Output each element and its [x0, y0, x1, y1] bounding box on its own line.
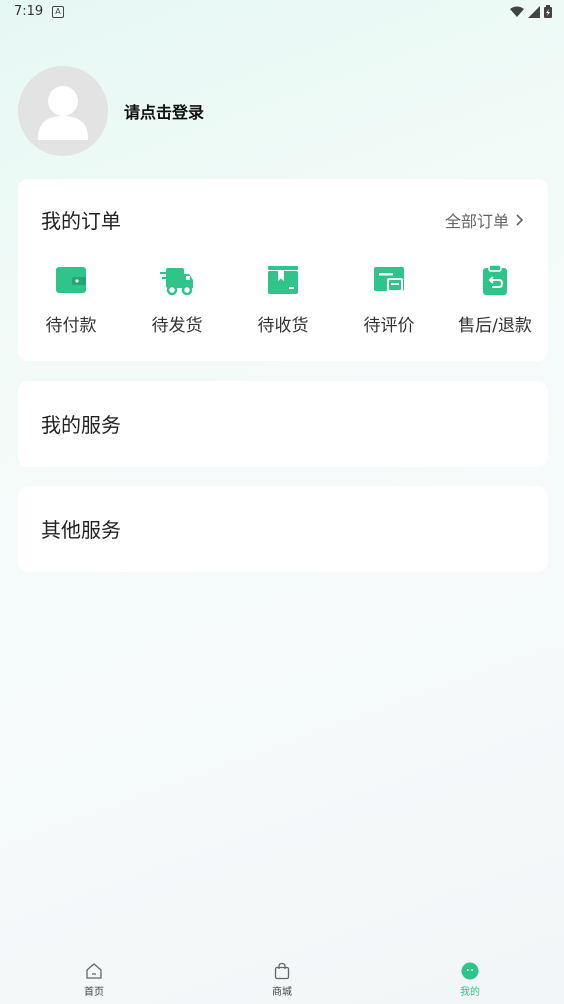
truck-icon — [160, 268, 193, 296]
profile-header[interactable]: 请点击登录 — [18, 66, 204, 156]
user-avatar-icon[interactable] — [18, 66, 108, 156]
order-status-row: 待付款 待发货 待收货 待评价 售后/退款 — [18, 263, 548, 336]
all-orders-label: 全部订单 — [444, 212, 509, 231]
tab-label: 我的 — [460, 987, 480, 998]
other-services-card: 其他服务 — [18, 486, 548, 572]
order-item-label: 售后/退款 — [458, 316, 532, 336]
my-orders-card: 我的订单 全部订单 待付款 待发货 待收货 待评价 售后/退款 — [18, 179, 548, 361]
wifi-icon — [510, 6, 524, 17]
order-item-label: 待发货 — [151, 316, 203, 336]
order-item-label: 待评价 — [363, 316, 415, 336]
tab-mine[interactable]: 我的 — [376, 950, 564, 1004]
status-time: 7:19 — [14, 4, 44, 19]
other-services-title: 其他服务 — [41, 518, 121, 542]
order-pending-review[interactable]: 待评价 — [339, 263, 439, 336]
wallet-icon — [56, 267, 86, 293]
status-bar: 7:19 A — [0, 0, 564, 24]
home-icon — [86, 963, 102, 979]
order-pending-shipment[interactable]: 待发货 — [127, 263, 227, 336]
battery-icon — [544, 5, 552, 18]
order-item-label: 待收货 — [257, 316, 309, 336]
comment-icon — [374, 267, 404, 292]
my-services-title: 我的服务 — [41, 413, 121, 437]
signal-icon — [528, 5, 540, 18]
tab-mall[interactable]: 商城 — [188, 950, 376, 1004]
profile-icon — [461, 962, 479, 980]
order-pending-payment[interactable]: 待付款 — [21, 263, 121, 336]
tab-label: 首页 — [84, 987, 104, 998]
all-orders-link[interactable]: 全部订单 — [445, 208, 524, 232]
order-item-label: 待付款 — [45, 316, 97, 336]
tab-home[interactable]: 首页 — [0, 950, 188, 1004]
shopping-bag-icon — [274, 962, 290, 980]
bottom-tab-bar: 首页 商城 我的 — [0, 950, 564, 1004]
tab-label: 商城 — [272, 987, 292, 998]
order-after-sales[interactable]: 售后/退款 — [445, 263, 545, 336]
status-icons — [510, 5, 552, 18]
my-services-card: 我的服务 — [18, 381, 548, 467]
notification-a-icon: A — [52, 6, 64, 18]
login-prompt[interactable]: 请点击登录 — [124, 99, 204, 123]
refund-icon — [483, 264, 507, 295]
order-pending-receipt[interactable]: 待收货 — [233, 263, 333, 336]
my-orders-title: 我的订单 — [41, 209, 121, 233]
box-icon — [268, 266, 298, 294]
chevron-right-icon — [516, 214, 524, 226]
